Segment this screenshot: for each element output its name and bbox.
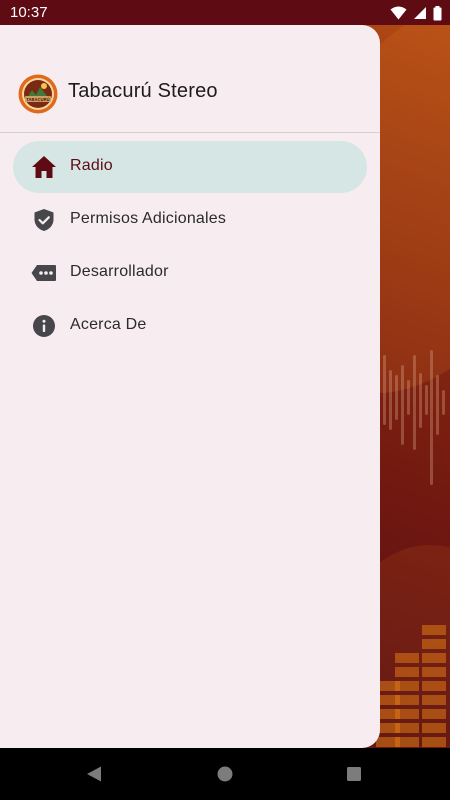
waveform-line [425,385,428,415]
back-icon[interactable] [86,766,102,782]
app-title: Tabacurú Stereo [68,80,218,102]
waveform-line [401,365,404,445]
equalizer-cell [422,709,446,719]
waveform-line [389,370,392,430]
home-icon [32,156,56,178]
recents-icon[interactable] [347,767,361,781]
battery-icon [433,5,442,20]
signal-icon [414,7,426,19]
equalizer-cell [422,681,446,691]
equalizer-cell [395,723,419,733]
navigation-drawer: TABACURÚ Tabacurú Stereo Radio Permisos … [0,25,380,748]
home-circle-icon[interactable] [217,766,233,782]
menu-item-permisos-adicionales[interactable]: Permisos Adicionales [13,194,367,246]
menu-item-label: Acerca De [70,316,147,333]
equalizer-cell [422,737,446,747]
waveform-line [436,375,439,435]
equalizer-cell [422,695,446,705]
status-icons [390,5,442,21]
menu-item-acerca-de[interactable]: Acerca De [13,300,367,352]
waveform-line [395,375,398,420]
equalizer-cell [422,723,446,733]
drawer-header: TABACURÚ Tabacurú Stereo [0,25,380,133]
app-logo: TABACURÚ [18,74,58,114]
equalizer-cell [395,681,419,691]
equalizer-cell [395,653,419,663]
menu-item-label: Radio [70,157,113,174]
menu-item-label: Permisos Adicionales [70,210,227,227]
waveform-line [419,373,422,428]
status-time: 10:37 [10,4,48,21]
shield-check-icon [34,209,54,231]
equalizer-cell [395,667,419,677]
equalizer-cell [422,653,446,663]
info-icon [33,315,55,337]
svg-text:TABACURÚ: TABACURÚ [26,97,49,102]
menu-item-label: Desarrollador [70,263,169,280]
menu-item-radio[interactable]: Radio [13,141,367,193]
waveform-line [442,390,445,415]
equalizer-cell [395,737,419,747]
waveform-line [413,355,416,450]
waveform-line [430,350,433,485]
equalizer-cell [422,667,446,677]
equalizer-cell [395,695,419,705]
equalizer-cell [422,639,446,649]
menu-item-desarrollador[interactable]: Desarrollador [13,247,367,299]
status-bar: 10:37 [0,0,450,25]
equalizer-cell [395,709,419,719]
dots-tag-icon [31,265,56,281]
system-navigation-bar [0,748,450,800]
equalizer-cell [422,625,446,635]
waveform-line [407,380,410,415]
waveform-line [383,355,386,425]
wifi-icon [390,6,407,20]
